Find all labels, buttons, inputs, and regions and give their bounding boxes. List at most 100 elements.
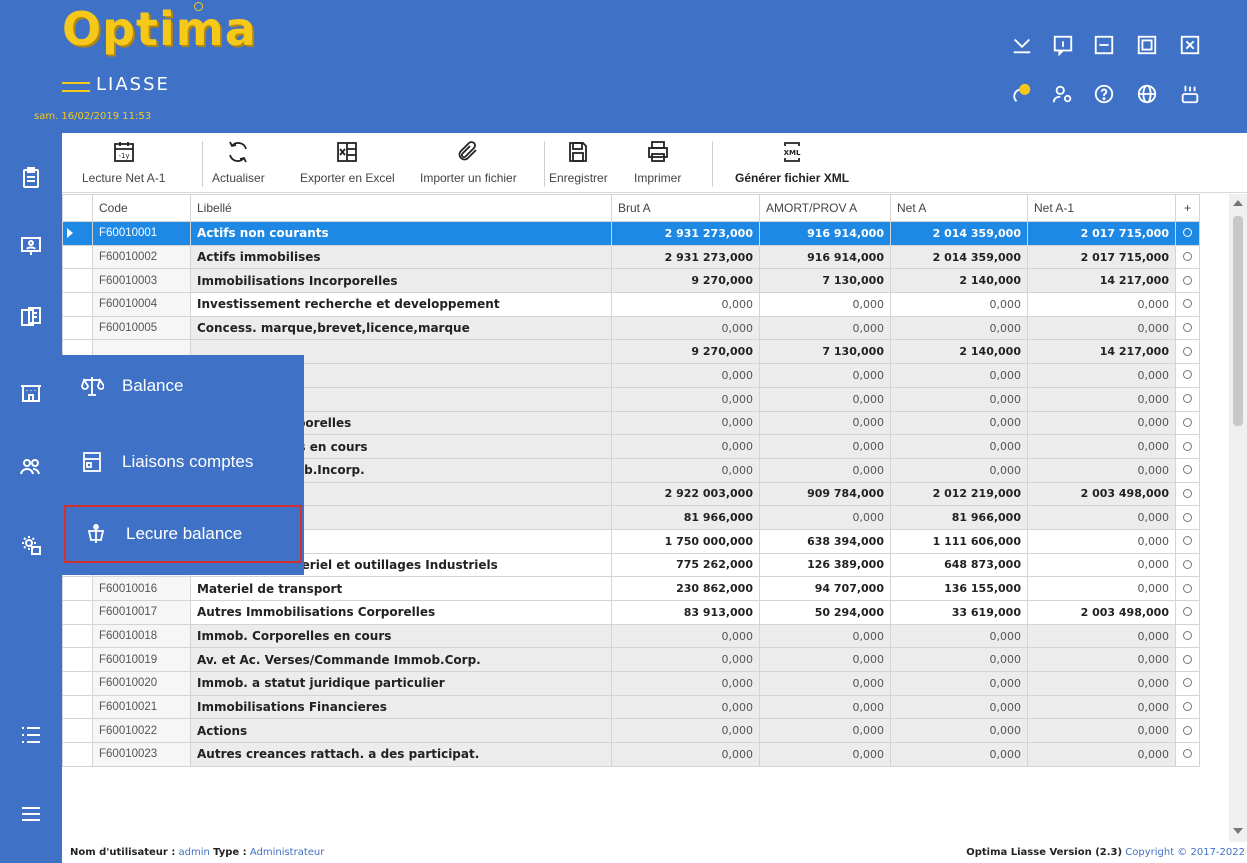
table-row[interactable]: F60010018 Immob. Corporelles en cours 0,00… [62, 623, 1200, 649]
grid-cell-brut[interactable]: 9 270,000 [611, 339, 760, 365]
grid-cell-libelle[interactable]: Concess. marque,brevet,licence,marque [190, 315, 612, 341]
grid-cell-brut[interactable]: 81 966,000 [611, 505, 760, 530]
grid-cell-amort[interactable]: 0,000 [759, 505, 891, 530]
scroll-thumb[interactable] [1233, 216, 1243, 426]
grid-cell-brut[interactable]: 0,000 [611, 694, 760, 720]
row-selector[interactable] [62, 244, 93, 270]
exporter-excel-button[interactable]: Exporter en Excel [300, 137, 395, 191]
clipboard-icon[interactable] [15, 162, 47, 194]
grid-cell-amort[interactable]: 0,000 [759, 647, 891, 673]
grid-cell-amort[interactable]: 50 294,000 [759, 600, 891, 625]
grid-cell-brut[interactable]: 2 922 003,000 [611, 481, 760, 507]
row-radio-button[interactable] [1175, 718, 1200, 744]
grid-cell-brut[interactable]: 0,000 [611, 386, 760, 412]
table-row[interactable]: F60010005 Concess. marque,brevet,licence,… [62, 315, 1200, 341]
grid-cell-code[interactable]: F60010005 [92, 315, 191, 341]
grid-cell-brut[interactable]: 0,000 [611, 410, 760, 436]
row-radio-button[interactable] [1175, 694, 1200, 720]
grid-cell-net-prev[interactable]: 0,000 [1027, 410, 1176, 436]
row-selector[interactable] [62, 671, 93, 696]
grid-cell-code[interactable]: F60010019 [92, 647, 191, 673]
grid-cell-net[interactable]: 0,000 [890, 718, 1028, 744]
grid-cell-net-prev[interactable]: 0,000 [1027, 694, 1176, 720]
row-radio-button[interactable] [1175, 268, 1200, 294]
grid-cell-libelle[interactable]: Actions [190, 718, 612, 744]
grid-cell-net[interactable]: 81 966,000 [890, 505, 1028, 530]
grid-cell-net-prev[interactable]: 2 017 715,000 [1027, 244, 1176, 270]
youtube-icon[interactable] [1178, 82, 1202, 106]
row-radio-button[interactable] [1175, 600, 1200, 625]
column-header-net[interactable]: Net A [890, 194, 1028, 222]
grid-cell-net-prev[interactable]: 0,000 [1027, 576, 1176, 601]
grid-cell-net[interactable]: 0,000 [890, 623, 1028, 649]
row-radio-button[interactable] [1175, 386, 1200, 412]
grid-cell-amort[interactable]: 0,000 [759, 434, 891, 459]
grid-cell-amort[interactable]: 0,000 [759, 694, 891, 720]
grid-cell-net-prev[interactable]: 0,000 [1027, 647, 1176, 673]
grid-cell-libelle[interactable]: Materiel de transport [190, 576, 612, 601]
column-header-libelle[interactable]: Libellé [190, 194, 612, 222]
grid-cell-net-prev[interactable]: 0,000 [1027, 363, 1176, 388]
grid-cell-code[interactable]: F60010001 [92, 221, 191, 246]
grid-cell-net[interactable]: 0,000 [890, 386, 1028, 412]
row-radio-button[interactable] [1175, 481, 1200, 507]
grid-cell-net[interactable]: 0,000 [890, 742, 1028, 767]
grid-cell-brut[interactable]: 1 750 000,000 [611, 528, 760, 554]
table-row[interactable]: F60010003 Immobilisations Incorporelles 9 … [62, 268, 1200, 294]
documents-icon[interactable] [15, 301, 47, 333]
grid-cell-brut[interactable]: 0,000 [611, 434, 760, 459]
row-selector[interactable] [62, 647, 93, 673]
grid-cell-libelle[interactable]: Av. et Ac. Verses/Commande Immob.Corp. [190, 647, 612, 673]
grid-cell-net[interactable]: 0,000 [890, 457, 1028, 483]
grid-cell-net[interactable]: 136 155,000 [890, 576, 1028, 601]
row-radio-button[interactable] [1175, 339, 1200, 365]
grid-cell-net-prev[interactable]: 2 003 498,000 [1027, 481, 1176, 507]
row-radio-button[interactable] [1175, 244, 1200, 270]
grid-cell-net[interactable]: 2 014 359,000 [890, 221, 1028, 246]
grid-cell-net-prev[interactable]: 2 017 715,000 [1027, 221, 1176, 246]
grid-cell-libelle[interactable]: Immob. Corporelles en cours [190, 623, 612, 649]
grid-cell-brut[interactable]: 0,000 [611, 718, 760, 744]
grid-cell-libelle[interactable]: Immobilisations Financieres [190, 694, 612, 720]
grid-cell-code[interactable]: F60010023 [92, 742, 191, 767]
grid-cell-libelle[interactable]: Autres creances rattach. a des participa… [190, 742, 612, 767]
grid-cell-brut[interactable]: 2 931 273,000 [611, 221, 760, 246]
grid-cell-libelle[interactable]: Actifs immobilises [190, 244, 612, 270]
grid-cell-net[interactable]: 0,000 [890, 694, 1028, 720]
table-row[interactable]: F60010017 Autres Immobilisations Corporel… [62, 600, 1200, 625]
row-radio-button[interactable] [1175, 505, 1200, 530]
vertical-scrollbar[interactable] [1229, 194, 1247, 842]
menu-item-balance[interactable]: Balance [62, 357, 304, 415]
grid-cell-amort[interactable]: 7 130,000 [759, 268, 891, 294]
column-header-code[interactable]: Code [92, 194, 191, 222]
row-radio-button[interactable] [1175, 221, 1200, 246]
grid-cell-code[interactable]: F60010022 [92, 718, 191, 744]
grid-cell-amort[interactable]: 916 914,000 [759, 244, 891, 270]
presentation-icon[interactable] [15, 230, 47, 262]
grid-cell-net[interactable]: 0,000 [890, 671, 1028, 696]
column-header-brut[interactable]: Brut A [611, 194, 760, 222]
row-radio-button[interactable] [1175, 315, 1200, 341]
table-row[interactable]: F60010020 Immob. a statut juridique parti… [62, 671, 1200, 696]
grid-cell-net[interactable]: 33 619,000 [890, 600, 1028, 625]
table-row[interactable]: F60010022 Actions 0,000 0,000 0,000 0,000 [62, 718, 1200, 744]
row-selector[interactable] [62, 742, 93, 767]
help-icon[interactable] [1092, 82, 1116, 106]
grid-cell-code[interactable]: F60010021 [92, 694, 191, 720]
grid-cell-amort[interactable]: 0,000 [759, 718, 891, 744]
grid-cell-net[interactable]: 0,000 [890, 410, 1028, 436]
grid-cell-amort[interactable]: 0,000 [759, 363, 891, 388]
grid-cell-libelle[interactable]: Immob. a statut juridique particulier [190, 671, 612, 696]
table-row[interactable]: F60010023 Autres creances rattach. a des … [62, 742, 1200, 767]
grid-cell-net-prev[interactable]: 0,000 [1027, 386, 1176, 412]
dropdown-icon[interactable] [1010, 33, 1034, 57]
scroll-up-icon[interactable] [1233, 200, 1243, 206]
grid-cell-libelle[interactable]: Investissement recherche et developpemen… [190, 292, 612, 317]
grid-cell-code[interactable]: F60010004 [92, 292, 191, 317]
grid-cell-amort[interactable]: 0,000 [759, 671, 891, 696]
grid-cell-net-prev[interactable]: 0,000 [1027, 623, 1176, 649]
column-header-plus[interactable]: + [1175, 194, 1200, 222]
row-selector[interactable] [62, 718, 93, 744]
grid-cell-net-prev[interactable]: 0,000 [1027, 505, 1176, 530]
row-selector[interactable] [62, 694, 93, 720]
